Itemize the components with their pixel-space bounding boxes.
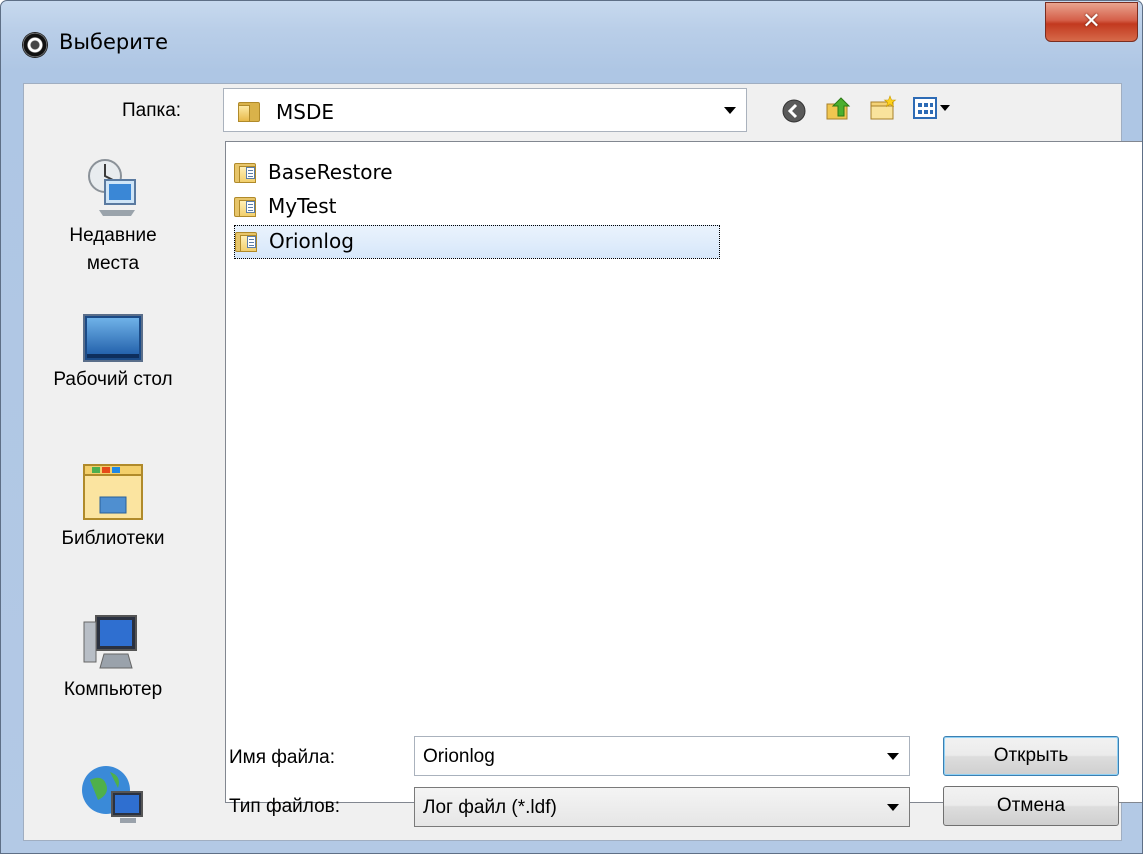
filename-input[interactable]: Orionlog (414, 736, 910, 776)
file-name: BaseRestore (268, 160, 393, 184)
view-menu-icon[interactable] (913, 96, 961, 122)
libraries-icon (80, 461, 146, 523)
chevron-down-icon (887, 804, 899, 811)
filename-label: Имя файла: (229, 747, 336, 768)
cancel-button[interactable]: Отмена (943, 786, 1119, 826)
new-folder-icon[interactable] (869, 94, 897, 120)
file-item-orionlog[interactable]: Orionlog (234, 225, 720, 259)
file-list[interactable]: BaseRestore MyTest Orionlog (225, 141, 1142, 803)
file-name: Orionlog (269, 229, 354, 253)
sidebar-item-label: места (86, 253, 140, 274)
chevron-down-icon[interactable] (887, 753, 899, 760)
dialog-client-area: Папка: MSDE Недавние места Рабочий стол … (23, 83, 1142, 842)
title-bar[interactable]: Выберите ✕ (1, 1, 1142, 83)
file-item-mytest[interactable]: MyTest (234, 191, 434, 225)
network-icon (80, 762, 146, 826)
up-folder-icon[interactable] (825, 94, 851, 120)
sidebar-item-label: Библиотеки (61, 528, 165, 549)
chevron-down-icon (724, 107, 736, 114)
sidebar-item-computer[interactable]: Компьютер (24, 612, 202, 706)
sidebar-item-recent[interactable]: Недавние места (24, 154, 202, 280)
app-icon (23, 33, 47, 57)
folder-icon (235, 230, 257, 252)
close-icon: ✕ (1082, 9, 1101, 34)
recent-places-icon (83, 154, 143, 220)
file-name: MyTest (268, 194, 337, 218)
filetype-label: Тип файлов: (229, 796, 341, 817)
filename-value: Orionlog (423, 746, 495, 767)
computer-icon (82, 612, 144, 674)
places-sidebar: Недавние места Рабочий стол Библиотеки К… (24, 134, 202, 842)
file-dialog-window: Выберите ✕ Папка: MSDE Недавние места Ра… (0, 0, 1143, 854)
sidebar-item-label: Рабочий стол (53, 369, 173, 390)
sidebar-item-network[interactable] (24, 762, 202, 826)
filetype-value: Лог файл (*.ldf) (423, 797, 557, 818)
current-folder-text: MSDE (276, 100, 334, 124)
back-icon[interactable] (781, 98, 807, 124)
filetype-select[interactable]: Лог файл (*.ldf) (414, 787, 910, 827)
close-button[interactable]: ✕ (1045, 2, 1138, 42)
sidebar-item-label: Компьютер (63, 679, 163, 700)
open-button[interactable]: Открыть (943, 736, 1119, 776)
folder-icon (234, 161, 256, 183)
folder-icon (234, 195, 256, 217)
file-item-baserestore[interactable]: BaseRestore (234, 157, 434, 191)
folder-combobox[interactable]: MSDE (223, 88, 747, 132)
folder-label: Папка: (122, 100, 182, 121)
folder-icon (238, 100, 260, 122)
desktop-icon (83, 314, 143, 364)
window-title: Выберите (59, 30, 168, 54)
sidebar-item-desktop[interactable]: Рабочий стол (24, 314, 202, 396)
sidebar-item-libraries[interactable]: Библиотеки (24, 461, 202, 555)
